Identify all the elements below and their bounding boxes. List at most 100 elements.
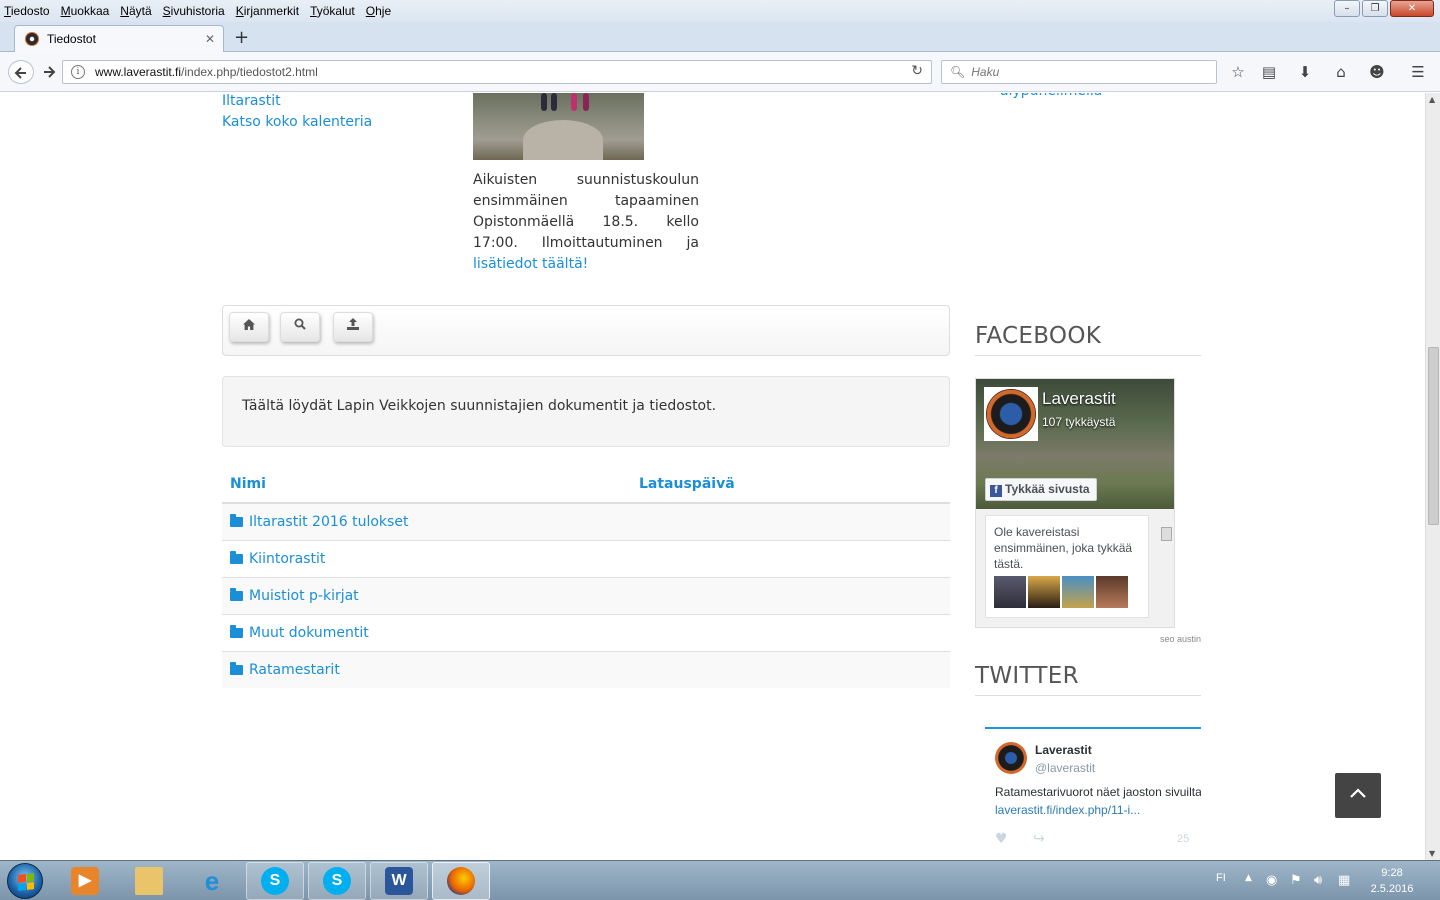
facebook-page-logo[interactable] xyxy=(984,387,1038,441)
table-row[interactable]: Iltarastit 2016 tulokset xyxy=(222,502,950,540)
minimize-button[interactable]: – xyxy=(1334,0,1360,17)
column-name-header[interactable]: Nimi xyxy=(222,466,631,504)
folder-link[interactable]: Muistiot p-kirjat xyxy=(249,588,359,604)
twitter-avatar[interactable] xyxy=(995,742,1027,774)
avatar[interactable] xyxy=(1062,576,1094,608)
photo-person xyxy=(583,93,589,111)
taskbar-clock[interactable]: 9:28 2.5.2016 xyxy=(1364,865,1420,897)
site-favicon-icon xyxy=(25,32,39,46)
news-more-link[interactable]: lisätiedot täältä! xyxy=(473,256,588,272)
fm-upload-button[interactable] xyxy=(333,312,373,342)
facebook-cover-photo[interactable]: Laverastit 107 tykkäystä f Tykkää sivusta xyxy=(976,379,1174,509)
search-input[interactable] xyxy=(971,65,1212,79)
chat-icon[interactable]: ☻ xyxy=(1366,62,1388,82)
scroll-down-arrow-icon[interactable]: ▼ xyxy=(1429,849,1435,858)
menu-view[interactable]: Näytä xyxy=(120,4,151,18)
link-iltarastit[interactable]: Iltarastit xyxy=(222,93,281,109)
taskbar-word[interactable]: W xyxy=(370,862,428,900)
tab-tiedostot[interactable]: Tiedostot ✕ xyxy=(14,25,224,52)
bookmark-star-icon[interactable]: ☆ xyxy=(1227,62,1249,82)
show-hidden-icons-icon[interactable]: ▲ xyxy=(1245,873,1252,883)
word-icon: W xyxy=(385,867,413,895)
tweet-link[interactable]: laverastit.fi/index.php/11-i... xyxy=(995,803,1140,817)
folder-link[interactable]: Ratamestarit xyxy=(249,662,340,678)
tweet-like-count: 25 xyxy=(1177,833,1190,845)
twitter-name[interactable]: Laverastit xyxy=(1035,743,1092,757)
page-scrollbar[interactable]: ▲ ▼ xyxy=(1425,93,1440,860)
menu-help[interactable]: Ohje xyxy=(366,4,391,18)
taskbar-skype[interactable]: S xyxy=(246,862,304,900)
heart-icon[interactable]: ♥ xyxy=(995,831,1008,847)
forward-button[interactable] xyxy=(36,60,62,84)
column-date-header[interactable]: Latauspäivä xyxy=(631,466,950,504)
windows-logo-blue xyxy=(18,882,26,891)
reading-list-icon[interactable]: ▤ xyxy=(1258,62,1280,82)
folder-cell: Muut dokumentit xyxy=(222,613,631,651)
photo-person xyxy=(541,93,547,111)
menu-edit[interactable]: Muokkaa xyxy=(61,4,110,18)
news-photo xyxy=(473,93,644,160)
new-tab-button[interactable]: + xyxy=(234,27,249,48)
taskbar-skype-2[interactable]: S xyxy=(308,862,366,900)
taskbar-media-player[interactable]: ▶ xyxy=(56,862,114,900)
downloads-icon[interactable]: ⬇ xyxy=(1294,62,1316,82)
folder-link[interactable]: Kiintorastit xyxy=(249,551,325,567)
media-player-icon: ▶ xyxy=(71,867,99,895)
folder-link[interactable]: Iltarastit 2016 tulokset xyxy=(249,514,408,530)
menu-tools[interactable]: Työkalut xyxy=(310,4,355,18)
calendar-links: Iltarastit Katso koko kalenteria xyxy=(222,93,372,133)
taskbar-explorer[interactable] xyxy=(120,862,178,900)
taskbar-internet-explorer[interactable]: e xyxy=(183,862,241,900)
date-cell xyxy=(631,502,950,540)
network-bars-icon[interactable]: ▦ xyxy=(1338,873,1350,888)
maximize-button[interactable]: ❐ xyxy=(1362,0,1388,17)
table-row[interactable]: Muistiot p-kirjat xyxy=(222,576,950,614)
link-full-calendar[interactable]: Katso koko kalenteria xyxy=(222,114,372,130)
scroll-up-arrow-icon[interactable]: ▲ xyxy=(1429,95,1435,104)
start-button[interactable] xyxy=(7,863,43,899)
table-row[interactable]: Muut dokumentit xyxy=(222,613,950,651)
folder-link[interactable]: Muut dokumentit xyxy=(249,625,369,641)
folder-icon xyxy=(230,661,243,675)
action-center-flag-icon[interactable]: ⚑ xyxy=(1290,873,1302,888)
sidebar-top-link[interactable]: alypuhelimella xyxy=(1000,93,1102,99)
scroll-to-top-button[interactable] xyxy=(1335,773,1381,818)
tab-close-icon[interactable]: ✕ xyxy=(205,32,215,46)
menu-history[interactable]: Sivuhistoria xyxy=(163,4,225,18)
home-icon[interactable]: ⌂ xyxy=(1330,62,1352,82)
avatar[interactable] xyxy=(1028,576,1060,608)
scrollbar-thumb[interactable] xyxy=(1428,347,1439,525)
fm-search-button[interactable] xyxy=(280,312,320,342)
fm-home-button[interactable] xyxy=(229,312,269,342)
file-table: Nimi Latauspäivä Iltarastit 2016 tulokse… xyxy=(222,466,950,688)
menu-bookmarks[interactable]: Kirjanmerkit xyxy=(236,4,299,18)
table-row[interactable]: Kiintorastit xyxy=(222,539,950,577)
news-text: Aikuisten suunnistuskoulun ensimmäinen t… xyxy=(473,170,699,275)
facebook-page-name[interactable]: Laverastit xyxy=(1042,389,1116,409)
language-indicator[interactable]: FI xyxy=(1216,872,1226,884)
avatar[interactable] xyxy=(1096,576,1128,608)
table-row[interactable]: Ratamestarit xyxy=(222,650,950,688)
taskbar-firefox[interactable] xyxy=(432,862,490,900)
menu-file[interactable]: Tiedosto xyxy=(4,4,50,18)
tab-title: Tiedostot xyxy=(47,32,96,46)
close-window-button[interactable]: ✕ xyxy=(1390,0,1434,17)
twitter-handle[interactable]: @laverastit xyxy=(1035,761,1095,775)
url-bar[interactable]: i www.laverastit.fi/index.php/tiedostot2… xyxy=(62,60,932,84)
facebook-scrollbar[interactable] xyxy=(1159,509,1174,627)
skype-icon: S xyxy=(323,867,351,895)
share-icon[interactable]: ↪ xyxy=(1033,831,1045,847)
scrollbar-thumb[interactable] xyxy=(1161,527,1172,541)
network-location-icon[interactable]: ◉ xyxy=(1266,873,1277,888)
hamburger-menu-icon[interactable]: ☰ xyxy=(1407,62,1429,82)
file-manager-toolbar xyxy=(222,305,950,356)
widget-credit[interactable]: seo austin xyxy=(1160,634,1201,644)
avatar[interactable] xyxy=(994,576,1026,608)
reload-icon[interactable]: ↻ xyxy=(911,63,923,79)
search-bar[interactable]: 🔍︎ xyxy=(941,60,1217,84)
facebook-like-label: Tykkää sivusta xyxy=(1005,482,1090,496)
volume-icon[interactable]: 🔊︎ xyxy=(1314,873,1322,888)
site-info-icon[interactable]: i xyxy=(71,65,85,79)
facebook-like-button[interactable]: f Tykkää sivusta xyxy=(985,478,1097,501)
back-button[interactable] xyxy=(8,60,34,84)
